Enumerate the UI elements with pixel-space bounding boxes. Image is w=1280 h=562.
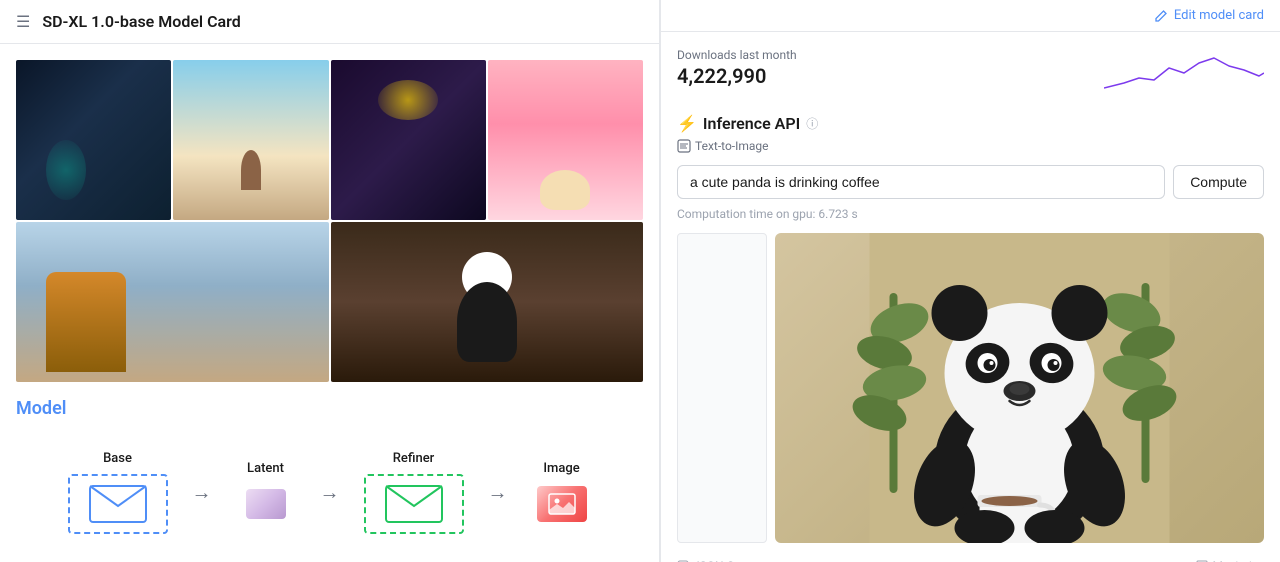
diagram-node-image: Image [532,461,592,524]
compute-button[interactable]: Compute [1173,165,1264,199]
connector-2: → [320,480,340,505]
image-visual [532,484,592,524]
node-label-image: Image [543,461,579,476]
downloads-count: 4,222,990 [677,64,797,88]
node-label-base: Base [103,451,132,466]
node-box-base [68,474,168,534]
grid-image-panda-cafe [331,222,644,382]
chart-container [1104,48,1264,98]
node-box-refiner [364,474,464,534]
prompt-input[interactable] [677,165,1165,199]
page-title: SD-XL 1.0-base Model Card [42,12,240,31]
envelope-green-svg [384,484,444,524]
node-label-refiner: Refiner [393,451,435,466]
stats-row: Downloads last month 4,222,990 [677,48,1264,98]
left-header: ☰ SD-XL 1.0-base Model Card [0,0,659,44]
edit-icon [1154,9,1168,23]
image-icon-svg [547,492,577,516]
latent-box [246,489,286,519]
edit-model-label: Edit model card [1174,8,1264,23]
task-label: Text-to-Image [695,139,769,153]
right-content: Downloads last month 4,222,990 ⚡ Inferen… [661,32,1280,562]
task-badge: Text-to-Image [677,139,1264,153]
diagram-node-latent: Latent [236,461,296,524]
downloads-block: Downloads last month 4,222,990 [677,48,797,88]
connector-1: → [192,480,212,505]
task-icon [677,139,691,153]
grid-image-dark-romance [331,60,486,220]
image-grid [16,60,643,382]
output-container [677,233,1264,543]
info-icon[interactable]: ⓘ [806,115,818,132]
connector-3: → [488,480,508,505]
bottom-bar: JSON Output Maximize [677,551,1264,562]
inference-header: ⚡ Inference API ⓘ [677,114,1264,133]
output-placeholder [677,233,767,543]
grid-image-puppy [488,60,643,220]
image-box [537,486,587,522]
latent-visual [236,484,296,524]
node-label-latent: Latent [247,461,284,476]
left-panel: ☰ SD-XL 1.0-base Model Card Model Base [0,0,660,562]
model-section: Model Base → Latent → [0,398,659,562]
inference-section: ⚡ Inference API ⓘ Text-to-Image Compute … [677,114,1264,562]
grid-image-beach-run [173,60,328,220]
edit-model-link[interactable]: Edit model card [1154,8,1264,23]
grid-image-tiger-pier [16,222,329,382]
inference-title: Inference API [703,114,800,133]
right-top-bar: Edit model card [661,0,1280,32]
diagram-node-refiner: Refiner [364,451,464,534]
diagram-node-base: Base [68,451,168,534]
model-diagram: Base → Latent → Refiner [16,435,643,550]
envelope-blue-svg [88,484,148,524]
input-row: Compute [677,165,1264,199]
lightning-icon: ⚡ [677,114,697,133]
model-section-title: Model [16,398,643,419]
downloads-label: Downloads last month [677,48,797,62]
computation-time: Computation time on gpu: 6.723 s [677,207,1264,221]
downloads-chart [1104,48,1264,98]
hamburger-icon[interactable]: ☰ [16,12,30,31]
right-panel: Edit model card Downloads last month 4,2… [660,0,1280,562]
grid-image-dark-forest [16,60,171,220]
panda-svg [775,233,1264,543]
panda-image-container [775,233,1264,543]
